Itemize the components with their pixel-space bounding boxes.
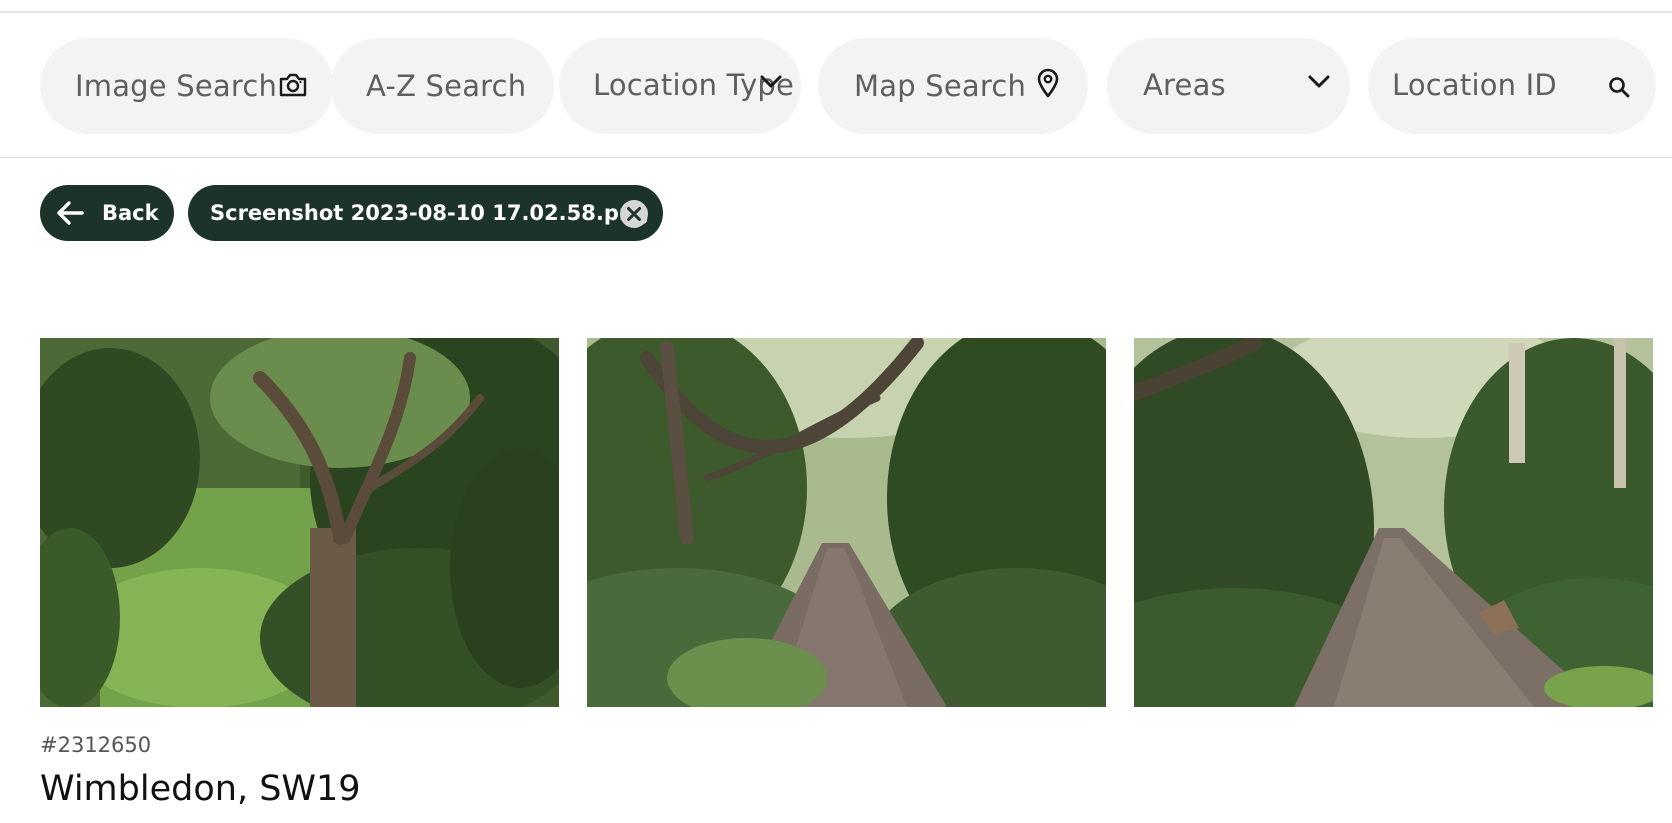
camera-icon (278, 72, 308, 98)
areas-select[interactable]: Areas (1107, 38, 1350, 134)
back-button[interactable]: Back (40, 185, 174, 241)
back-label: Back (102, 201, 159, 225)
active-file-filter: Screenshot 2023-08-10 17.02.58.png (188, 185, 663, 241)
top-divider (0, 0, 1672, 13)
location-photo[interactable] (40, 338, 559, 707)
location-id: #2312650 (40, 733, 152, 757)
areas-label: Areas (1143, 68, 1226, 102)
az-search-label: A-Z Search (366, 69, 527, 103)
location-type-select[interactable]: Location Type (559, 38, 801, 134)
chevron-down-icon (759, 74, 783, 90)
location-id-placeholder[interactable]: Location ID (1392, 68, 1557, 102)
arrow-left-icon (55, 199, 85, 227)
image-search-button[interactable]: Image Search (40, 38, 333, 134)
active-file-label: Screenshot 2023-08-10 17.02.58.png (210, 201, 649, 225)
map-pin-icon (1036, 68, 1060, 98)
location-photo[interactable] (1134, 338, 1653, 707)
search-bar: Image Search A-Z Search Location Type Ma… (0, 13, 1672, 158)
map-search-label: Map Search (854, 69, 1027, 103)
location-title[interactable]: Wimbledon, SW19 (40, 769, 361, 809)
location-photo[interactable] (587, 338, 1106, 707)
close-circle-icon[interactable] (619, 199, 649, 229)
image-search-label: Image Search (75, 69, 278, 103)
search-icon[interactable] (1608, 76, 1630, 98)
location-id-field[interactable]: Location ID (1368, 38, 1656, 134)
map-search-button[interactable]: Map Search (818, 38, 1088, 134)
chevron-down-icon (1307, 74, 1331, 90)
az-search-button[interactable]: A-Z Search (331, 38, 554, 134)
